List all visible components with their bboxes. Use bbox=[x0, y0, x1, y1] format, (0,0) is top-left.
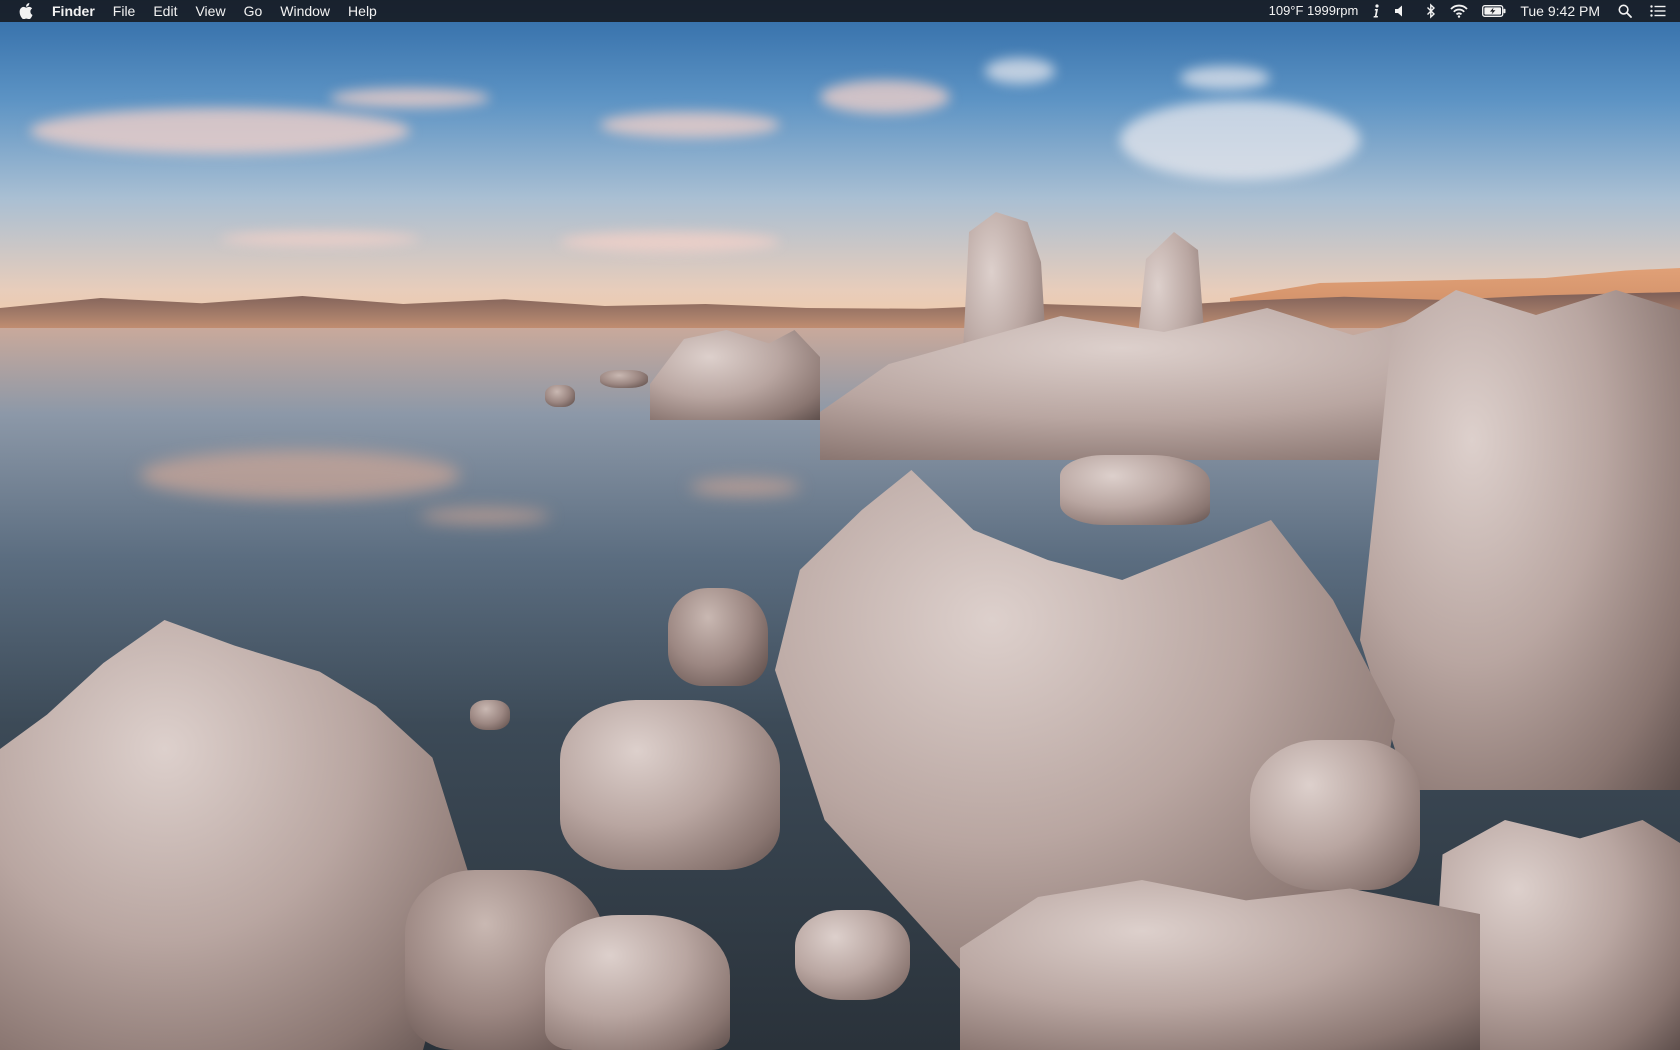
menu-help[interactable]: Help bbox=[348, 0, 377, 22]
menu-file[interactable]: File bbox=[113, 0, 136, 22]
wallpaper-cloud bbox=[220, 232, 420, 246]
wallpaper-tufa-rock bbox=[600, 370, 648, 388]
menu-bar-status-area: 109°F 1999rpm Tue 9:42 PM bbox=[1255, 0, 1680, 22]
menu-view[interactable]: View bbox=[195, 0, 225, 22]
spotlight-icon[interactable] bbox=[1618, 4, 1632, 18]
wallpaper-tufa-rock bbox=[560, 700, 780, 870]
wallpaper-cloud-reflection bbox=[690, 478, 800, 496]
menu-edit[interactable]: Edit bbox=[153, 0, 177, 22]
wifi-icon[interactable] bbox=[1450, 4, 1469, 18]
wallpaper-cloud bbox=[330, 88, 490, 108]
wallpaper-tufa-cluster bbox=[1360, 290, 1680, 790]
wallpaper-tufa-rock bbox=[545, 915, 730, 1050]
wallpaper-cloud-reflection bbox=[420, 508, 550, 524]
wallpaper-cloud bbox=[600, 112, 780, 138]
bluetooth-icon[interactable] bbox=[1426, 3, 1436, 19]
menu-bar: Finder File Edit View Go Window Help 109… bbox=[0, 0, 1680, 22]
wallpaper-tufa-rock bbox=[795, 910, 910, 1000]
wallpaper-tufa-rock bbox=[960, 880, 1480, 1050]
wallpaper-cloud bbox=[560, 232, 780, 252]
sensor-readout[interactable]: 109°F 1999rpm bbox=[1269, 0, 1359, 22]
menu-go[interactable]: Go bbox=[244, 0, 263, 22]
menu-bar-left: Finder File Edit View Go Window Help bbox=[0, 0, 395, 22]
wallpaper-cloud bbox=[985, 58, 1055, 84]
wallpaper-cloud bbox=[1120, 100, 1360, 180]
wallpaper-cloud bbox=[1180, 66, 1270, 90]
menu-bar-clock[interactable]: Tue 9:42 PM bbox=[1520, 0, 1600, 22]
wallpaper-cloud bbox=[30, 108, 410, 154]
apple-icon[interactable] bbox=[18, 2, 34, 20]
menu-app-finder[interactable]: Finder bbox=[52, 0, 95, 22]
wallpaper-tufa-rock bbox=[668, 588, 768, 686]
notification-center-icon[interactable] bbox=[1650, 5, 1666, 17]
wallpaper-tufa-rock bbox=[1250, 740, 1420, 890]
volume-icon[interactable] bbox=[1394, 4, 1408, 18]
wallpaper-cloud-reflection bbox=[140, 450, 460, 500]
info-icon[interactable] bbox=[1372, 4, 1380, 18]
wallpaper-tufa-rock bbox=[1060, 455, 1210, 525]
wallpaper-tufa-rock bbox=[545, 385, 575, 407]
menu-window[interactable]: Window bbox=[280, 0, 330, 22]
battery-icon[interactable] bbox=[1482, 5, 1506, 17]
wallpaper-cloud bbox=[820, 80, 950, 114]
wallpaper-sky bbox=[0, 0, 1680, 330]
wallpaper-tufa-rock bbox=[470, 700, 510, 730]
desktop-wallpaper bbox=[0, 0, 1680, 1050]
